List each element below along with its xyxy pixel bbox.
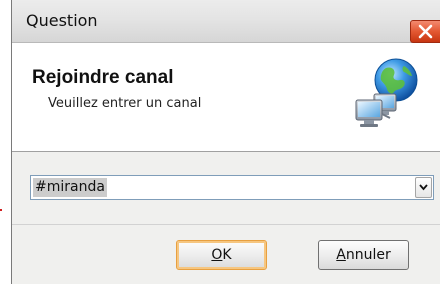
cancel-mnemonic: A [336,247,346,263]
close-button[interactable] [410,20,440,43]
combo-dropdown-button[interactable] [415,177,432,198]
ok-button[interactable]: OK [176,240,267,270]
chevron-down-icon [419,184,428,191]
cancel-button[interactable]: Annuler [318,240,409,270]
channel-value[interactable]: #miranda [33,178,107,197]
ok-label: K [222,247,232,263]
window-title: Question [26,11,98,30]
header-title: Rejoindre canal [32,67,174,88]
ok-mnemonic: O [211,247,223,263]
network-globe-icon [355,58,418,127]
separator [12,224,440,225]
cancel-label: nnuler [345,247,391,263]
channel-combobox[interactable]: #miranda [30,175,434,200]
dialog-header: Rejoindre canal Veuillez entrer un canal [12,43,440,152]
left-edge-artifact [0,209,2,211]
close-icon [418,24,433,39]
question-dialog: Question Rejoindre canal Veuillez entrer… [11,0,440,284]
title-bar[interactable]: Question [12,0,440,43]
header-subtitle: Veuillez entrer un canal [48,96,202,111]
